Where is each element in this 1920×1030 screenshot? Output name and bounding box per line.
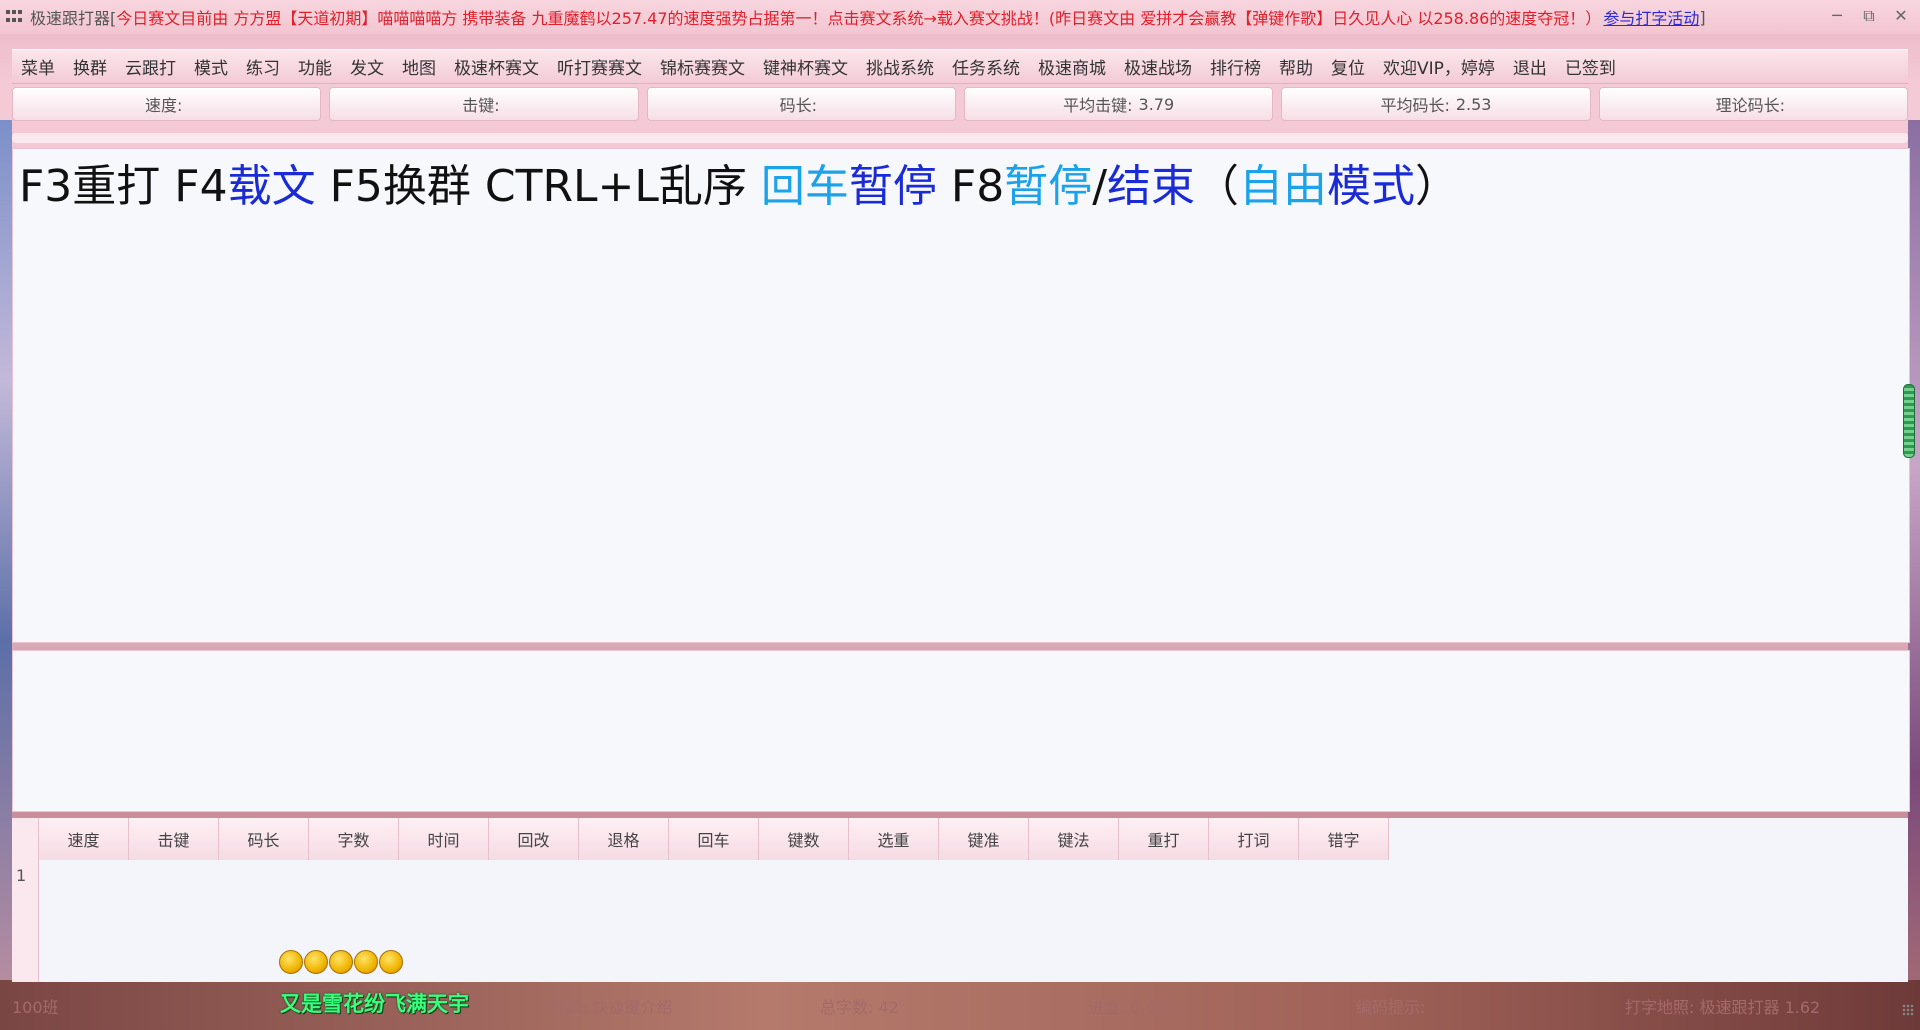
- menu-item[interactable]: 极速战场: [1115, 54, 1201, 79]
- scrollbar-thumb[interactable]: [1903, 384, 1915, 458]
- help-text-segment: 暂停: [1004, 161, 1093, 212]
- status-right: 打字地照: 极速跟打器 1.62: [1625, 998, 1821, 1017]
- menu-item[interactable]: 帮助: [1270, 54, 1322, 79]
- menu-item[interactable]: 已签到: [1556, 54, 1625, 79]
- help-text-segment: F5换群 CTRL+L乱序: [315, 161, 761, 212]
- menu-item[interactable]: 挑战系统: [857, 54, 943, 79]
- app-name: 极速跟打器[: [30, 9, 117, 28]
- app-name-close-bracket: ]: [1699, 7, 1706, 27]
- stat-box: 速度:: [12, 87, 322, 121]
- help-text-segment: 载文: [227, 161, 316, 212]
- stat-box: 码长:: [646, 87, 956, 121]
- stat-label: 码长:: [779, 96, 818, 115]
- results-column-header[interactable]: 键数: [759, 818, 849, 860]
- menu-item[interactable]: 复位: [1322, 54, 1374, 79]
- menu-item[interactable]: 退出: [1504, 54, 1556, 79]
- results-column-header[interactable]: 击键: [129, 818, 219, 860]
- help-text-segment: F3重打 F4: [19, 161, 228, 212]
- stat-label: 理论码长:: [1715, 96, 1785, 115]
- activity-link[interactable]: 参与打字活动: [1603, 5, 1699, 29]
- menu-item[interactable]: 听打赛赛文: [548, 54, 651, 79]
- menu-item[interactable]: 排行榜: [1201, 54, 1270, 79]
- menu-item[interactable]: 模式: [185, 54, 237, 79]
- coin-icon: [379, 950, 403, 974]
- results-column-header[interactable]: 键准: [939, 818, 1029, 860]
- results-header: 速度 击键 码长 字数 时间 回改 退格 回车 键数 选重 键准 键法 重打 打词 错字: [12, 818, 1389, 860]
- restore-icon[interactable]: ⧉: [1860, 4, 1878, 28]
- results-column-header[interactable]: 回改: [489, 818, 579, 860]
- status-title: 标题: 快捷键介绍: [550, 998, 673, 1017]
- resize-grip-icon[interactable]: [1902, 1004, 1914, 1016]
- coin-indicator: [279, 950, 403, 974]
- help-text-segment: 模式: [1327, 161, 1416, 212]
- background-left-decoration: [0, 120, 12, 990]
- status-code-hint: 编码提示:: [1356, 998, 1426, 1017]
- menu-item[interactable]: 云跟打: [116, 54, 185, 79]
- menu-item[interactable]: 菜单: [12, 54, 64, 79]
- minimize-icon[interactable]: ─: [1828, 4, 1846, 28]
- results-column-header[interactable]: 选重: [849, 818, 939, 860]
- help-text-segment: 自由: [1239, 161, 1328, 212]
- app-menu-icon[interactable]: [6, 10, 24, 24]
- results-column-header[interactable]: 速度: [39, 818, 129, 860]
- stat-label: 平均码长:: [1380, 96, 1450, 115]
- coin-icon: [279, 950, 303, 974]
- menu-item[interactable]: 键神杯赛文: [754, 54, 857, 79]
- results-column-header[interactable]: 键法: [1029, 818, 1119, 860]
- typing-input-area[interactable]: [12, 650, 1910, 812]
- text-display-area: F3重打 F4载文 F5换群 CTRL+L乱序 回车暂停 F8暂停/结束（自由模…: [12, 148, 1915, 643]
- menu-item[interactable]: 发文: [341, 54, 393, 79]
- close-icon[interactable]: ✕: [1892, 4, 1910, 28]
- stat-box: 平均码长: 2.53: [1281, 87, 1591, 121]
- results-column-header[interactable]: 时间: [399, 818, 489, 860]
- results-column-header[interactable]: 码长: [219, 818, 309, 860]
- stats-row: 速度: 击键: 码长: 平均击键: 3.79 平均码长: 2.53 理论码长:: [12, 87, 1908, 123]
- results-column-header[interactable]: 重打: [1119, 818, 1209, 860]
- menu-item[interactable]: 功能: [289, 54, 341, 79]
- coin-icon: [304, 950, 328, 974]
- results-column-header[interactable]: 回车: [669, 818, 759, 860]
- coin-icon: [329, 950, 353, 974]
- menu-bar: 菜单 换群 云跟打 模式 练习 功能 发文 地图 极速杯赛文 听打赛赛文 锦标赛赛文 键神杯赛文 挑战系…: [12, 49, 1908, 84]
- title-bar: 极速跟打器[ 今日赛文目前由 方方盟【天道初期】喵喵喵喵方 携带装备 九重魔鹤以…: [0, 0, 1920, 34]
- menu-item[interactable]: 任务系统: [943, 54, 1029, 79]
- menu-item[interactable]: 练习: [237, 54, 289, 79]
- help-text-segment: 暂停: [848, 161, 937, 212]
- shortcut-help-text: F3重打 F4载文 F5换群 CTRL+L乱序 回车暂停 F8暂停/结束（自由模…: [19, 157, 1459, 217]
- results-column-header[interactable]: 字数: [309, 818, 399, 860]
- results-column-header[interactable]: 退格: [579, 818, 669, 860]
- stat-label: 速度:: [144, 96, 183, 115]
- stat-label: 平均击键:: [1063, 96, 1133, 115]
- help-text-segment: /: [1092, 161, 1108, 212]
- results-row-number: 1: [16, 866, 27, 885]
- stat-value: 3.79: [1138, 94, 1175, 114]
- menu-item[interactable]: 欢迎VIP，婷婷: [1374, 54, 1504, 79]
- menu-item[interactable]: 地图: [393, 54, 445, 79]
- menu-item[interactable]: 锦标赛赛文: [651, 54, 754, 79]
- menu-item[interactable]: 换群: [64, 54, 116, 79]
- results-corner: [12, 818, 39, 860]
- race-notice: 今日赛文目前由 方方盟【天道初期】喵喵喵喵方 携带装备 九重魔鹤以257.47的…: [116, 9, 1602, 28]
- status-progress: 进度: 0.00%: [1088, 998, 1182, 1017]
- stat-box: 理论码长:: [1598, 87, 1908, 121]
- help-text-segment: 回车: [760, 161, 849, 212]
- help-text-segment: 结束: [1107, 161, 1196, 212]
- stat-box: 平均击键: 3.79: [963, 87, 1274, 121]
- stat-value: 2.53: [1455, 94, 1492, 114]
- help-text-segment: （: [1195, 161, 1240, 212]
- status-bar: 100班 标题: 快捷键介绍 总字数: 42 进度: 0.00% 编码提示: 打…: [0, 992, 1920, 1018]
- coin-icon: [354, 950, 378, 974]
- help-text-segment: ）: [1415, 161, 1460, 212]
- help-text-segment: F8: [936, 161, 1005, 212]
- menu-item[interactable]: 极速商城: [1029, 54, 1115, 79]
- menu-item[interactable]: 极速杯赛文: [445, 54, 548, 79]
- progress-strip: [12, 133, 1908, 143]
- stat-box: 击键:: [329, 87, 639, 121]
- results-column-header[interactable]: 错字: [1299, 818, 1389, 860]
- status-total-chars: 总字数: 42: [820, 998, 899, 1017]
- status-left: 100班: [12, 998, 59, 1017]
- stat-label: 击键:: [462, 96, 500, 115]
- results-column-header[interactable]: 打词: [1209, 818, 1299, 860]
